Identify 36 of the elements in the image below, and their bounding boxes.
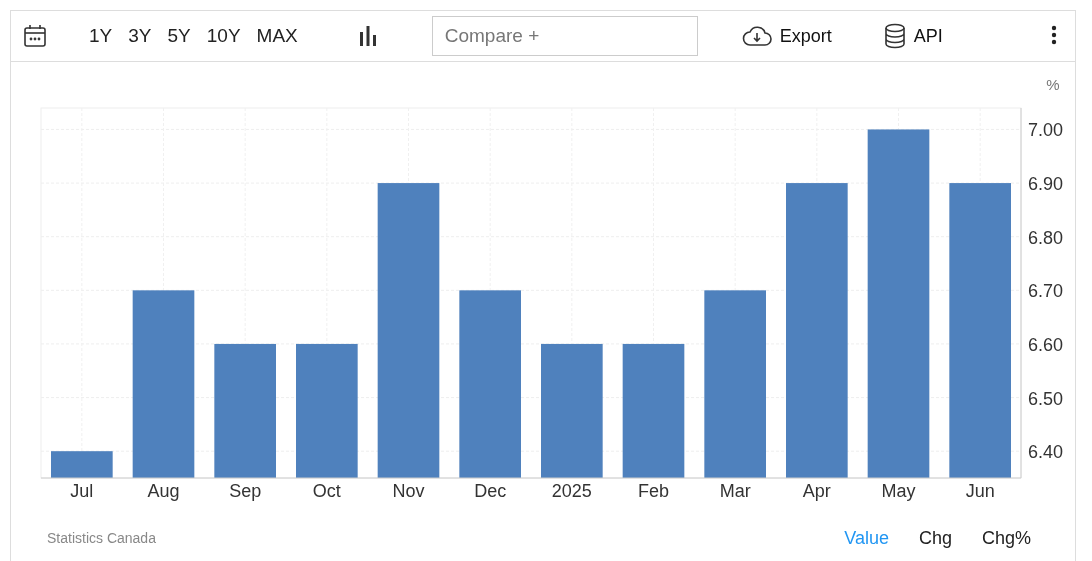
- x-tick-label: Aug: [147, 481, 180, 501]
- x-tick-label: Feb: [638, 481, 669, 501]
- view-tab[interactable]: Chg%: [973, 525, 1039, 551]
- cloud-download-icon: [741, 25, 772, 47]
- x-tick-label: Oct: [312, 481, 341, 501]
- compare-field[interactable]: Compare +: [431, 16, 698, 56]
- x-tick-label: Apr: [802, 481, 831, 501]
- view-tab[interactable]: Chg: [910, 525, 960, 551]
- api-button[interactable]: API: [879, 21, 947, 51]
- x-tick-label: Sep: [229, 481, 262, 501]
- y-tick-label: 6.50: [1028, 388, 1064, 409]
- y-tick-label: 6.90: [1028, 174, 1064, 195]
- range-button[interactable]: MAX: [250, 23, 304, 49]
- export-button[interactable]: Export: [737, 23, 836, 49]
- y-tick-label: 6.80: [1028, 227, 1064, 248]
- unit-label: %: [1046, 76, 1060, 93]
- x-tick-label: Jun: [965, 481, 995, 501]
- x-tick-label: Dec: [474, 481, 507, 501]
- range-button[interactable]: 10Y: [200, 23, 247, 49]
- x-tick-label: May: [881, 481, 916, 501]
- y-tick-label: 6.60: [1028, 334, 1064, 355]
- calendar-icon[interactable]: [23, 24, 47, 48]
- x-tick-label: Nov: [392, 481, 425, 501]
- x-tick-label: Mar: [719, 481, 751, 501]
- y-tick-label: 6.40: [1028, 442, 1064, 463]
- bar: [51, 451, 113, 478]
- y-tick-label: 7.00: [1028, 120, 1064, 141]
- x-tick-label: Jul: [70, 481, 94, 501]
- source-label: Statistics Canada: [47, 530, 156, 546]
- range-button[interactable]: 1Y: [83, 23, 119, 49]
- y-tick-label: 6.70: [1028, 281, 1064, 302]
- bar-chart-icon[interactable]: [357, 26, 378, 46]
- database-icon: [883, 23, 906, 49]
- range-button[interactable]: 5Y: [161, 23, 197, 49]
- x-tick-label: 2025: [551, 481, 592, 501]
- range-button[interactable]: 3Y: [122, 23, 158, 49]
